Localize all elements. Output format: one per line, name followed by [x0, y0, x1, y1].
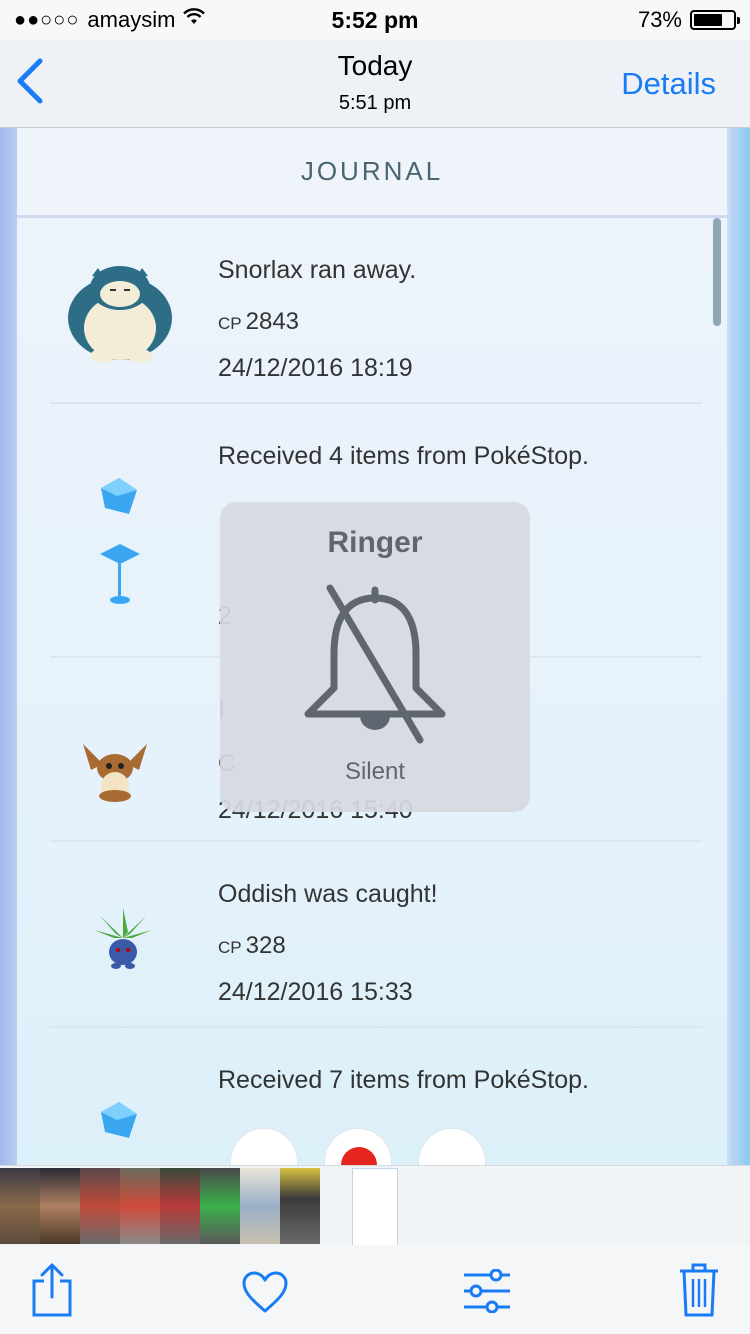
status-bar: ●●○○○ amaysim 5:52 pm 73%	[0, 0, 750, 40]
thumbnail[interactable]	[160, 1168, 200, 1244]
journal-title: JOURNAL	[300, 156, 444, 186]
favorite-button[interactable]	[241, 1271, 289, 1318]
ringer-state: Silent	[344, 758, 406, 785]
status-right: 73%	[637, 7, 740, 33]
cp-label: CP	[218, 938, 242, 957]
trash-icon	[680, 1263, 718, 1317]
item-pokeball-icon	[324, 1128, 392, 1165]
journal-entry: Oddish was caught! CP 328 24/12/2016 15:3…	[50, 842, 702, 1028]
nav-bar: Today 5:51 pm Details	[0, 40, 750, 128]
cp-value: 2843	[245, 308, 300, 335]
status-left: ●●○○○ amaysim	[14, 7, 206, 33]
eevee-icon	[75, 738, 155, 809]
bottom-toolbar	[0, 1245, 750, 1334]
thumbnail[interactable]	[280, 1168, 320, 1244]
oddish-icon	[90, 908, 156, 979]
cp-label: CP	[218, 314, 242, 333]
journal-entry: Snorlax ran away. CP 2843 24/12/2016 18:1…	[50, 220, 702, 404]
share-icon	[32, 1263, 72, 1317]
thumbnail-current[interactable]	[352, 1168, 398, 1246]
entry-date: 24/12/2016 18:19	[218, 354, 413, 382]
entry-text: Oddish was caught!	[218, 880, 438, 908]
sliders-icon	[464, 1268, 510, 1314]
pokestop-icon	[98, 544, 142, 613]
thumbnail[interactable]	[0, 1168, 40, 1244]
thumbnail[interactable]	[240, 1168, 280, 1244]
cube-icon	[95, 474, 143, 527]
cube-icon	[95, 1098, 143, 1151]
item-egg-icon	[418, 1128, 486, 1165]
share-button[interactable]	[30, 1263, 74, 1324]
item-potion-icon	[230, 1128, 298, 1165]
entry-cp: CP 2843	[218, 308, 299, 336]
carrier-name: amaysim	[87, 7, 176, 32]
thumbnail-strip[interactable]	[0, 1165, 750, 1246]
wifi-icon	[183, 8, 206, 32]
adjust-button[interactable]	[462, 1268, 512, 1318]
thumbnail[interactable]	[120, 1168, 160, 1244]
battery-percent: 73%	[637, 7, 682, 32]
signal-strength-icon: ●●○○○	[14, 8, 80, 31]
battery-fill	[694, 14, 722, 26]
ringer-title: Ringer	[327, 526, 423, 559]
heart-icon	[242, 1271, 288, 1313]
cp-value: 328	[245, 932, 286, 959]
entry-text: Received 7 items from PokéStop.	[218, 1066, 589, 1094]
entry-cp: CP 328	[218, 932, 286, 960]
thumbnail[interactable]	[80, 1168, 120, 1244]
battery-icon	[690, 10, 740, 30]
journal-scrollbar	[713, 218, 721, 326]
bell-silent-icon	[300, 580, 450, 755]
snorlax-icon	[60, 256, 180, 371]
entry-date: 24/12/2016 15:33	[218, 978, 413, 1006]
journal-header: JOURNAL	[17, 128, 727, 218]
entry-text: Received 4 items from PokéStop.	[218, 442, 589, 470]
thumbnail[interactable]	[200, 1168, 240, 1244]
details-button[interactable]: Details	[621, 66, 716, 102]
entry-text: Snorlax ran away.	[218, 256, 417, 284]
delete-button[interactable]	[678, 1263, 720, 1322]
thumbnail[interactable]	[40, 1168, 80, 1244]
journal-entry: Received 7 items from PokéStop.	[50, 1028, 702, 1165]
ringer-hud: Ringer Silent	[220, 502, 530, 812]
